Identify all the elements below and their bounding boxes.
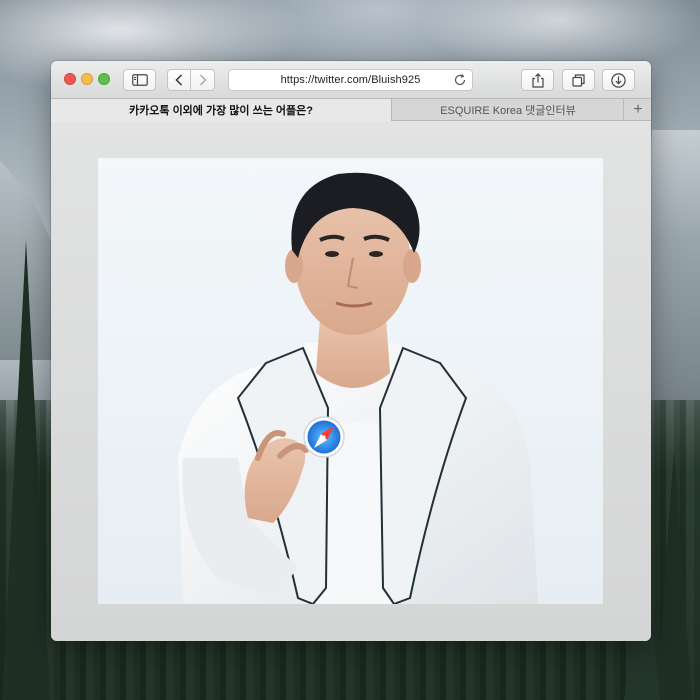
browser-toolbar: https://twitter.com/Bluish925 xyxy=(51,61,651,99)
tab-label: ESQUIRE Korea 댓글인터뷰 xyxy=(440,105,576,117)
safari-compass-icon xyxy=(303,416,345,458)
tab-esquire-korea[interactable]: ESQUIRE Korea 댓글인터뷰 xyxy=(393,99,624,121)
new-tab-button[interactable]: + xyxy=(625,99,651,121)
wallpaper-tree xyxy=(656,450,692,700)
chevron-left-icon xyxy=(175,74,183,86)
browser-window: https://twitter.com/Bluish925 카카오톡 이외에 가… xyxy=(51,61,651,641)
share-button[interactable] xyxy=(521,69,554,91)
plus-icon: + xyxy=(633,101,643,118)
sidebar-toggle-button[interactable] xyxy=(123,69,156,91)
downloads-button[interactable] xyxy=(602,69,635,91)
tab-bar: 카카오톡 이외에 가장 많이 쓰는 어플은? ESQUIRE Korea 댓글인… xyxy=(51,99,651,121)
forward-button[interactable] xyxy=(190,69,215,91)
video-still-illustration xyxy=(98,158,603,604)
share-icon xyxy=(531,72,544,88)
window-close-button[interactable] xyxy=(64,73,76,85)
page-content xyxy=(51,122,651,641)
tab-kakaotalk-question[interactable]: 카카오톡 이외에 가장 많이 쓰는 어플은? xyxy=(51,99,392,121)
address-bar[interactable]: https://twitter.com/Bluish925 xyxy=(228,69,473,91)
back-button[interactable] xyxy=(167,69,191,91)
tabs-overview-icon xyxy=(572,73,585,87)
chevron-right-icon xyxy=(199,74,207,86)
address-url: https://twitter.com/Bluish925 xyxy=(280,74,421,86)
reload-icon[interactable] xyxy=(453,73,467,87)
video-frame[interactable] xyxy=(98,158,603,604)
tab-label: 카카오톡 이외에 가장 많이 쓰는 어플은? xyxy=(129,105,313,117)
window-minimize-button[interactable] xyxy=(81,73,93,85)
sidebar-icon xyxy=(131,74,148,86)
show-all-tabs-button[interactable] xyxy=(562,69,595,91)
window-zoom-button[interactable] xyxy=(98,73,110,85)
download-icon xyxy=(611,72,626,88)
wallpaper-tree xyxy=(2,240,50,700)
